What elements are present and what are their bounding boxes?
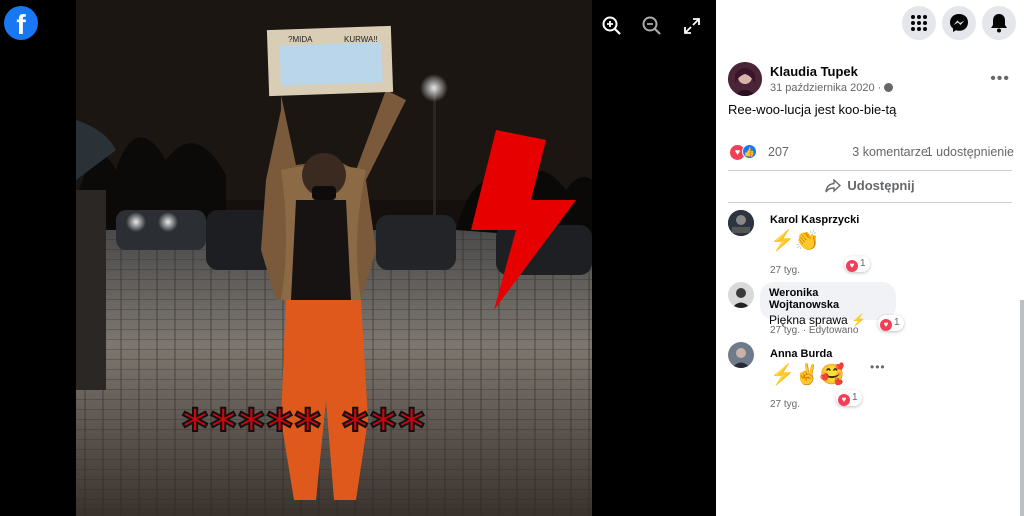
- sign-text-right: KURWA!!: [344, 35, 378, 44]
- comment-reactions[interactable]: ♥ 1: [844, 256, 870, 272]
- top-right-icons: [902, 6, 1024, 42]
- commenter-avatar[interactable]: [728, 342, 754, 368]
- comment-reactions[interactable]: ♥ 1: [878, 315, 904, 331]
- globe-icon: [884, 83, 894, 92]
- zoom-in-icon[interactable]: [600, 14, 628, 42]
- author-name[interactable]: Klaudia Tupek: [770, 64, 858, 79]
- comment-time[interactable]: 27 tyg.: [770, 265, 800, 276]
- comment-item: Weronika Wojtanowska Piękna sprawa ⚡ 27 …: [728, 282, 1018, 338]
- notifications-bell-icon[interactable]: [982, 6, 1016, 40]
- panel-scrollbar[interactable]: [1020, 300, 1024, 516]
- reaction-icons[interactable]: ♥ 👍: [730, 144, 757, 160]
- post-date[interactable]: 31 października 2020 ·: [770, 82, 894, 94]
- post-photo: ?MIDA KURWA!! ***** ***: [76, 0, 592, 516]
- commenter-name[interactable]: Anna Burda: [770, 348, 832, 360]
- love-reaction-icon: ♥: [846, 260, 858, 272]
- more-options-icon[interactable]: •••: [990, 70, 1010, 88]
- share-icon: [825, 175, 842, 203]
- facebook-logo[interactable]: f: [4, 6, 38, 40]
- commenter-avatar[interactable]: [728, 282, 754, 308]
- post-side-panel: Klaudia Tupek 31 października 2020 · •••…: [716, 0, 1024, 516]
- love-reaction-icon: ♥: [880, 319, 892, 331]
- comments-count[interactable]: 3 komentarze: [852, 145, 928, 159]
- comment-emoji-text: ⚡✌🥰: [770, 364, 845, 386]
- reactions-count[interactable]: 207: [768, 145, 789, 159]
- sign-text-left: ?MIDA: [288, 35, 313, 44]
- post-author: Klaudia Tupek 31 października 2020 · •••: [728, 62, 1018, 98]
- photo-scene: ?MIDA KURWA!! ***** ***: [76, 0, 592, 516]
- shares-count[interactable]: 1 udostępnienie: [926, 145, 1014, 159]
- commenter-avatar[interactable]: [728, 210, 754, 236]
- post-caption: Ree-woo-lucja jest koo-bie-tą: [728, 102, 897, 117]
- photo-viewer: f ?MIDA KURWA!! ***** ***: [0, 0, 716, 516]
- author-avatar[interactable]: [728, 62, 762, 96]
- stats-divider: [728, 170, 1012, 171]
- love-reaction-icon: ♥: [838, 394, 850, 406]
- messenger-icon[interactable]: [942, 6, 976, 40]
- share-button[interactable]: Udostępnij: [716, 172, 1024, 200]
- like-reaction-icon: 👍: [742, 144, 757, 159]
- comment-time[interactable]: 27 tyg. · Edytowano: [770, 325, 858, 336]
- comment-time[interactable]: 27 tyg.: [770, 399, 800, 410]
- fullscreen-icon[interactable]: [680, 14, 708, 42]
- comment-bubble: Weronika Wojtanowska Piękna sprawa ⚡: [760, 282, 896, 327]
- commenter-name[interactable]: Karol Kasprzycki: [770, 214, 859, 226]
- menu-grid-icon[interactable]: [902, 6, 936, 40]
- comment-reactions[interactable]: ♥ 1: [836, 390, 862, 406]
- zoom-out-icon[interactable]: [640, 14, 668, 42]
- censor-stars: ***** ***: [182, 399, 427, 457]
- post-stats: ♥ 👍 207 3 komentarze 1 udostępnienie: [730, 144, 1014, 162]
- comment-item: Karol Kasprzycki ⚡👏 27 tyg. ♥ 1: [728, 210, 1018, 278]
- share-divider: [728, 202, 1012, 203]
- comment-item: Anna Burda ⚡✌🥰 ••• 27 tyg. ♥ 1: [728, 342, 1018, 412]
- commenter-name[interactable]: Weronika Wojtanowska: [769, 287, 888, 311]
- comment-emoji-text: ⚡👏: [770, 230, 820, 252]
- comment-more-icon[interactable]: •••: [870, 360, 886, 374]
